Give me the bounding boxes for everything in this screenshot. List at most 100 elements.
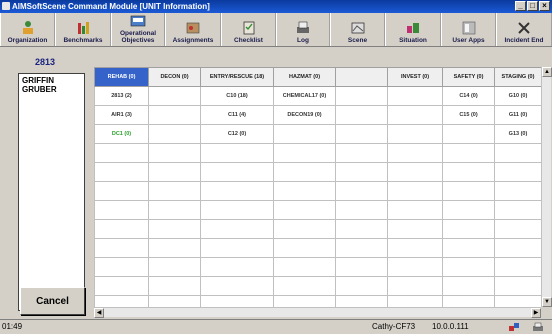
- grid-cell[interactable]: [494, 219, 541, 239]
- cancel-button[interactable]: Cancel: [20, 287, 85, 315]
- grid-cell[interactable]: [494, 295, 541, 307]
- grid-cell[interactable]: [273, 143, 336, 163]
- grid-cell[interactable]: [335, 200, 388, 220]
- tab-entry-rescue[interactable]: ENTRY/RESCUE (18): [200, 67, 274, 87]
- grid-cell[interactable]: [387, 86, 443, 106]
- grid-cell[interactable]: [494, 200, 541, 220]
- tab-invest[interactable]: INVEST (0): [387, 67, 443, 87]
- grid-cell[interactable]: [442, 276, 495, 296]
- grid-cell[interactable]: [494, 162, 541, 182]
- grid-cell[interactable]: [442, 162, 495, 182]
- grid-cell[interactable]: [273, 276, 336, 296]
- user-apps-button[interactable]: User Apps: [441, 13, 496, 46]
- scroll-down-button[interactable]: ▼: [542, 297, 552, 307]
- grid-cell[interactable]: [335, 238, 388, 258]
- grid-cell[interactable]: G13 (0): [494, 124, 541, 144]
- grid-cell[interactable]: [148, 295, 201, 307]
- grid-cell[interactable]: [148, 124, 201, 144]
- grid-cell[interactable]: [335, 162, 388, 182]
- grid-cell[interactable]: [94, 295, 149, 307]
- grid-cell[interactable]: [200, 162, 274, 182]
- tab-empty[interactable]: [335, 67, 388, 87]
- grid-cell[interactable]: [442, 295, 495, 307]
- grid-cell[interactable]: [200, 143, 274, 163]
- grid-cell[interactable]: [494, 276, 541, 296]
- grid-cell[interactable]: [494, 238, 541, 258]
- grid-cell[interactable]: [148, 200, 201, 220]
- close-button[interactable]: ×: [539, 1, 550, 11]
- tab-staging[interactable]: STAGING (0): [494, 67, 541, 87]
- grid-cell[interactable]: 2813 (2): [94, 86, 149, 106]
- grid-cell[interactable]: [387, 124, 443, 144]
- grid-cell[interactable]: [273, 238, 336, 258]
- grid-cell[interactable]: AIR1 (3): [94, 105, 149, 125]
- grid-cell[interactable]: [273, 295, 336, 307]
- checklist-button[interactable]: Checklist: [221, 13, 276, 46]
- grid-cell[interactable]: [494, 181, 541, 201]
- grid-cell[interactable]: [335, 219, 388, 239]
- benchmarks-button[interactable]: Benchmarks: [55, 13, 111, 46]
- grid-cell[interactable]: [442, 200, 495, 220]
- grid-cell[interactable]: [148, 257, 201, 277]
- grid-cell[interactable]: [387, 219, 443, 239]
- grid-cell[interactable]: [148, 276, 201, 296]
- grid-cell[interactable]: [200, 219, 274, 239]
- grid-cell[interactable]: CHEMICAL17 (0): [273, 86, 336, 106]
- grid-cell[interactable]: [335, 124, 388, 144]
- grid-cell[interactable]: [335, 86, 388, 106]
- incident-end-button[interactable]: Incident End: [496, 13, 552, 46]
- grid-cell[interactable]: [200, 238, 274, 258]
- grid-cell[interactable]: C10 (18): [200, 86, 274, 106]
- grid-cell[interactable]: [387, 276, 443, 296]
- minimize-button[interactable]: _: [515, 1, 526, 11]
- personnel-list[interactable]: GRIFFIN GRUBER: [18, 73, 85, 311]
- grid-cell[interactable]: [387, 238, 443, 258]
- grid-cell[interactable]: [273, 257, 336, 277]
- grid-cell[interactable]: [335, 181, 388, 201]
- list-item[interactable]: GRUBER: [22, 85, 81, 94]
- grid-cell[interactable]: [273, 219, 336, 239]
- grid-cell[interactable]: [387, 162, 443, 182]
- grid-cell[interactable]: [387, 257, 443, 277]
- scene-button[interactable]: Scene: [330, 13, 385, 46]
- grid-cell[interactable]: [148, 86, 201, 106]
- grid-cell[interactable]: [200, 276, 274, 296]
- grid-cell[interactable]: [94, 238, 149, 258]
- grid-cell[interactable]: [94, 143, 149, 163]
- grid-cell[interactable]: [273, 124, 336, 144]
- grid-cell[interactable]: C15 (0): [442, 105, 495, 125]
- tab-decon[interactable]: DECON (0): [148, 67, 201, 87]
- grid-cell[interactable]: [200, 295, 274, 307]
- grid-cell[interactable]: [273, 200, 336, 220]
- grid-cell[interactable]: G10 (0): [494, 86, 541, 106]
- grid-cell[interactable]: [200, 200, 274, 220]
- grid-cell[interactable]: [335, 295, 388, 307]
- grid-cell[interactable]: C12 (0): [200, 124, 274, 144]
- assignments-button[interactable]: Assignments: [165, 13, 221, 46]
- organization-button[interactable]: Organization: [0, 13, 55, 46]
- grid-cell[interactable]: [148, 219, 201, 239]
- tab-rehab[interactable]: REHAB (0): [94, 67, 149, 87]
- situation-button[interactable]: Situation: [385, 13, 441, 46]
- grid-cell[interactable]: [442, 238, 495, 258]
- grid-cell[interactable]: DC1 (0): [94, 124, 149, 144]
- list-item[interactable]: GRIFFIN: [22, 76, 81, 85]
- grid-cell[interactable]: [200, 257, 274, 277]
- grid-cell[interactable]: [442, 219, 495, 239]
- vertical-scrollbar[interactable]: ▲ ▼: [541, 67, 552, 307]
- scroll-right-button[interactable]: ▶: [531, 308, 541, 318]
- scroll-up-button[interactable]: ▲: [542, 67, 552, 77]
- grid-cell[interactable]: [442, 143, 495, 163]
- log-button[interactable]: Log: [276, 13, 330, 46]
- grid-cell[interactable]: [148, 143, 201, 163]
- grid-cell[interactable]: C14 (0): [442, 86, 495, 106]
- grid-cell[interactable]: [387, 295, 443, 307]
- grid-cell[interactable]: [387, 181, 443, 201]
- grid-cell[interactable]: [494, 143, 541, 163]
- grid-cell[interactable]: [387, 105, 443, 125]
- grid-cell[interactable]: [94, 162, 149, 182]
- scroll-left-button[interactable]: ◀: [94, 308, 104, 318]
- grid-cell[interactable]: [335, 143, 388, 163]
- grid-cell[interactable]: [335, 276, 388, 296]
- grid-cell[interactable]: [442, 257, 495, 277]
